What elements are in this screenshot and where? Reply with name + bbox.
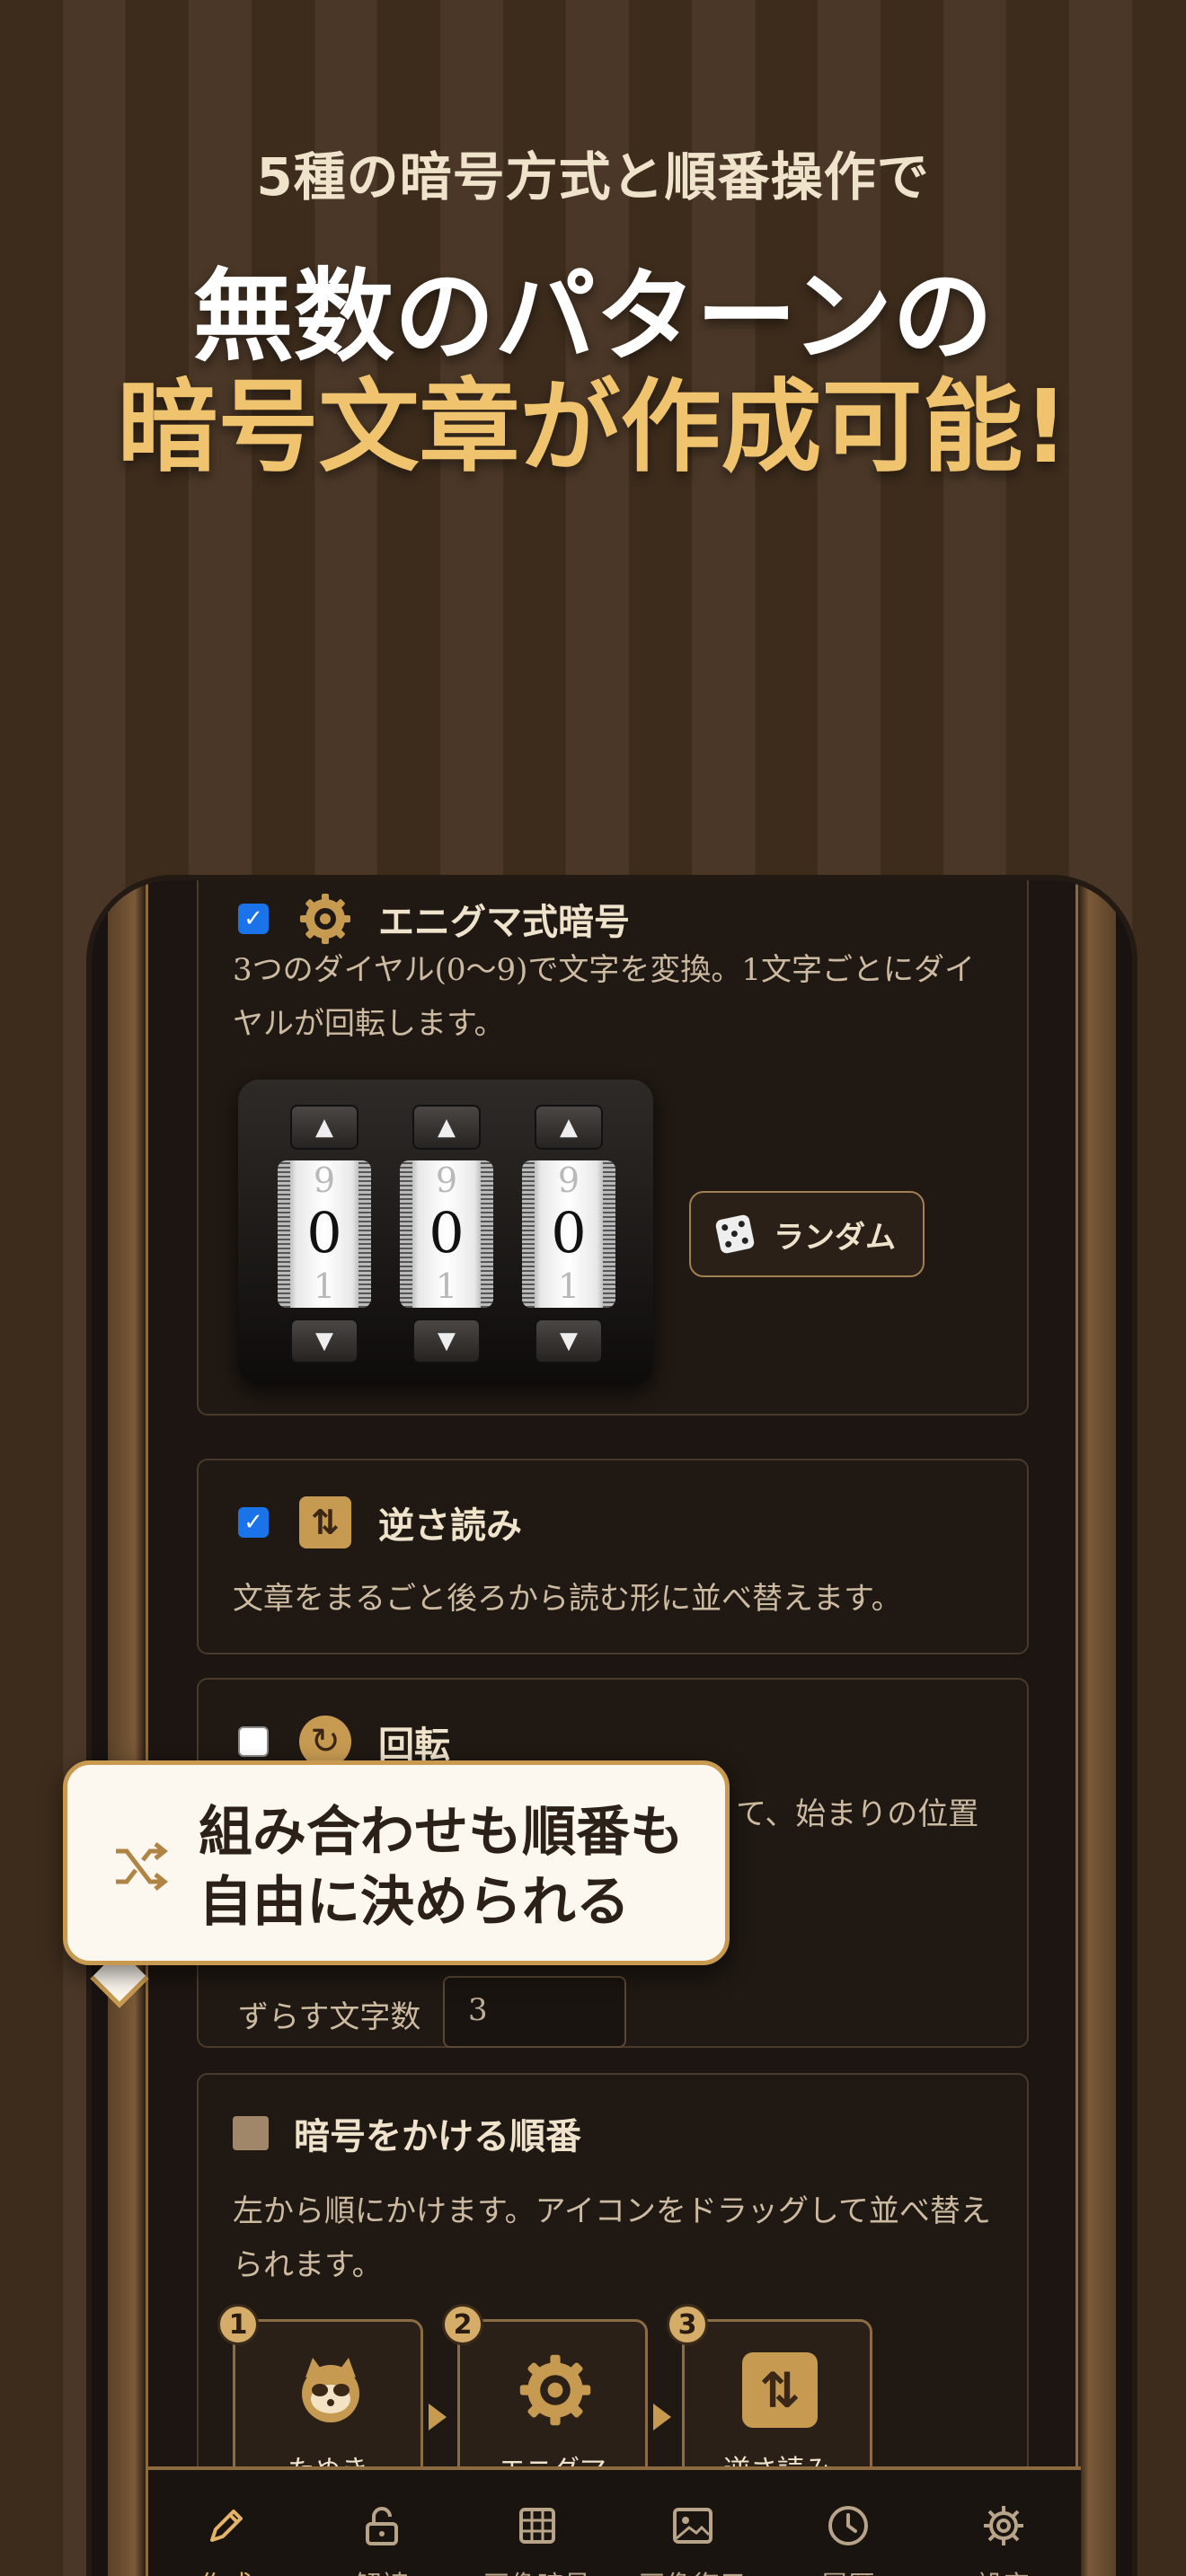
reverse-title: 逆さ読み xyxy=(378,1505,522,1547)
tab-decode-label: 解読 xyxy=(304,2563,459,2576)
order-title: 暗号をかける順番 xyxy=(294,2116,581,2157)
dial-2-down-button[interactable]: ▼ xyxy=(412,1319,481,1363)
dial-3: ▲ 9 0 1 ▼ xyxy=(522,1105,615,1363)
pencil-icon xyxy=(209,2510,243,2542)
tab-image-encrypt-label: 画像暗号 xyxy=(459,2563,615,2576)
shift-input[interactable]: 3 xyxy=(443,1976,626,2048)
tab-create-label: 作成 xyxy=(148,2563,304,2576)
rotate-description: て、始まりの位置 xyxy=(736,1796,979,1832)
app-screen: エニグマ式暗号 3つのダイヤル(0〜9)で文字を変換。1文字ごとにダイヤルが回転… xyxy=(146,880,1081,2576)
step-1-number: 1 xyxy=(217,2304,259,2345)
image-icon xyxy=(672,2508,712,2544)
dial-2: ▲ 9 0 1 ▼ xyxy=(400,1105,493,1363)
swap-icon-wrap: ⇅ xyxy=(297,1495,353,1550)
random-button[interactable]: ランダム xyxy=(689,1191,925,1277)
callout-bubble: 組み合わせも順番も 自由に決められる xyxy=(63,1760,730,1965)
tab-settings-label: 設定 xyxy=(925,2563,1081,2576)
dial-1: ▲ 9 0 1 ▼ xyxy=(278,1105,371,1363)
tab-decode[interactable]: 解読 xyxy=(304,2470,459,2576)
tab-image-encrypt[interactable]: 画像暗号 xyxy=(459,2470,615,2576)
callout-line1: 組み合わせも順番も xyxy=(199,1801,684,1864)
promo-subtitle: 5種の暗号方式と順番操作で xyxy=(256,146,930,207)
order-heading: 暗号をかける順番 xyxy=(233,2107,581,2159)
dial-1-next: 1 xyxy=(313,1266,336,1306)
dial-3-prev: 9 xyxy=(557,1160,580,1200)
clock-icon xyxy=(828,2506,868,2545)
dial-1-value: 0 xyxy=(306,1200,342,1266)
random-button-label: ランダム xyxy=(774,1219,896,1256)
reverse-description: 文章をまるごと後ろから読む形に並べ替えます。 xyxy=(233,1581,902,1617)
dial-3-value: 0 xyxy=(551,1200,587,1266)
order-description: 左から順にかけます。アイコンをドラッグして並べ替えられます。 xyxy=(233,2193,991,2283)
tab-history-label: 履歴 xyxy=(770,2563,925,2576)
enigma-title: エニグマ式暗号 xyxy=(378,902,630,943)
step-3-number: 3 xyxy=(667,2304,708,2345)
dial-2-up-button[interactable]: ▲ xyxy=(412,1105,481,1150)
grid-icon xyxy=(518,2508,555,2544)
dial-1-down-button[interactable]: ▼ xyxy=(290,1319,358,1363)
dice-icon xyxy=(714,1213,756,1255)
dial-3-down-button[interactable]: ▼ xyxy=(535,1319,603,1363)
tab-settings[interactable]: 設定 xyxy=(925,2470,1081,2576)
tab-image-restore-label: 画像復元 xyxy=(615,2563,770,2576)
dial-2-next: 1 xyxy=(435,1266,458,1306)
dial-1-up-button[interactable]: ▲ xyxy=(290,1105,358,1150)
tab-history[interactable]: 履歴 xyxy=(770,2470,925,2576)
dial-3-up-button[interactable]: ▲ xyxy=(535,1105,603,1150)
step-2-number: 2 xyxy=(442,2304,483,2345)
tab-create[interactable]: 作成 xyxy=(148,2470,304,2576)
phone-mockup: エニグマ式暗号 3つのダイヤル(0〜9)で文字を変換。1文字ごとにダイヤルが回転… xyxy=(92,880,1132,2576)
scroll-icon xyxy=(233,2116,269,2150)
tanuki-icon xyxy=(302,2358,359,2422)
dial-2-prev: 9 xyxy=(435,1160,458,1200)
shuffle-icon xyxy=(116,1842,169,1891)
reverse-card: ⇅ 逆さ読み 文章をまるごと後ろから読む形に並べ替えます。 xyxy=(197,1459,1029,1654)
callout-line2: 自由に決められる xyxy=(199,1871,630,1934)
enigma-card: エニグマ式暗号 3つのダイヤル(0〜9)で文字を変換。1文字ごとにダイヤルが回転… xyxy=(197,880,1029,1416)
gear-icon xyxy=(519,2354,591,2426)
gear-icon xyxy=(297,891,353,947)
enigma-description: 3つのダイヤル(0〜9)で文字を変換。1文字ごとにダイヤルが回転します。 xyxy=(233,952,976,1042)
enigma-checkbox[interactable] xyxy=(238,904,269,934)
dial-1-drum[interactable]: 9 0 1 xyxy=(278,1160,371,1308)
gear-icon xyxy=(983,2506,1023,2545)
dial-2-drum[interactable]: 9 0 1 xyxy=(400,1160,493,1308)
shift-label: ずらす文字数 xyxy=(238,1999,421,2035)
dial-2-value: 0 xyxy=(429,1200,465,1266)
swap-arrows-icon: ⇅ xyxy=(742,2352,818,2428)
reverse-checkbox[interactable] xyxy=(238,1507,269,1538)
step-arrow-1 xyxy=(429,2404,447,2430)
tab-bar: 作成 解読 画像暗号 xyxy=(148,2466,1081,2576)
step-arrow-2 xyxy=(653,2404,671,2430)
rotate-checkbox[interactable] xyxy=(238,1726,269,1757)
dial-3-next: 1 xyxy=(557,1266,580,1306)
callout-text: 組み合わせも順番も 自由に決められる xyxy=(199,1797,684,1937)
dial-panel: ▲ 9 0 1 ▼ ▲ 9 0 1 ▼ ▲ 9 0 1 ▼ xyxy=(238,1080,653,1385)
tab-image-restore[interactable]: 画像復元 xyxy=(615,2470,770,2576)
swap-arrows-icon: ⇅ xyxy=(299,1496,351,1548)
unlock-icon xyxy=(365,2507,398,2545)
dial-1-prev: 9 xyxy=(313,1160,336,1200)
promo-headline-line2: 暗号文章が作成可能! xyxy=(117,369,1069,486)
dial-3-drum[interactable]: 9 0 1 xyxy=(522,1160,615,1308)
